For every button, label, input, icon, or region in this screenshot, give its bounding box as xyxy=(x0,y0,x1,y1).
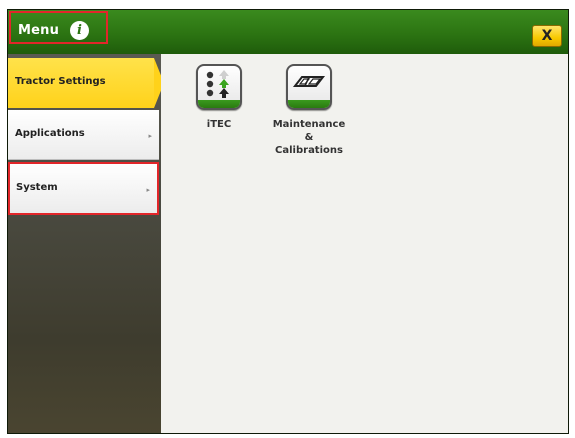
chevron-right-icon: ▸ xyxy=(146,186,150,194)
label-line: Maintenance xyxy=(272,119,346,130)
sidebar-item-applications[interactable]: Applications ▸ xyxy=(8,110,159,160)
app-itec[interactable]: iTEC xyxy=(174,64,264,131)
display-frame: Menu i X Tractor Settings Applications ▸… xyxy=(0,0,575,438)
header-bar: Menu i X xyxy=(8,10,568,54)
app-maintenance-calibrations[interactable]: Maintenance & Calibrations xyxy=(264,64,354,157)
sidebar-item-system[interactable]: System ▸ xyxy=(8,162,159,215)
maintenance-book-icon[interactable] xyxy=(286,64,332,110)
sidebar-item-label: Applications xyxy=(15,128,85,139)
label-line: & xyxy=(304,132,314,143)
content-area: iTEC Maintenance & Calibrations xyxy=(161,54,568,433)
app-label-itec: iTEC xyxy=(206,119,232,130)
sidebar: Tractor Settings Applications ▸ System ▸ xyxy=(8,54,164,433)
screen: Menu i X Tractor Settings Applications ▸… xyxy=(7,9,569,434)
menu-highlight-box xyxy=(9,11,108,44)
sidebar-item-label: System xyxy=(16,182,58,193)
itec-sequence-icon[interactable] xyxy=(196,64,242,110)
app-label-maintenance: Maintenance & Calibrations xyxy=(264,118,354,157)
sidebar-item-label: Tractor Settings xyxy=(15,76,106,87)
chevron-right-icon: ▸ xyxy=(148,132,152,140)
label-line: Calibrations xyxy=(275,145,343,156)
sidebar-item-tractor-settings[interactable]: Tractor Settings xyxy=(8,58,164,108)
icon-band xyxy=(288,100,330,108)
icon-band xyxy=(198,100,240,108)
close-button[interactable]: X xyxy=(532,25,562,47)
